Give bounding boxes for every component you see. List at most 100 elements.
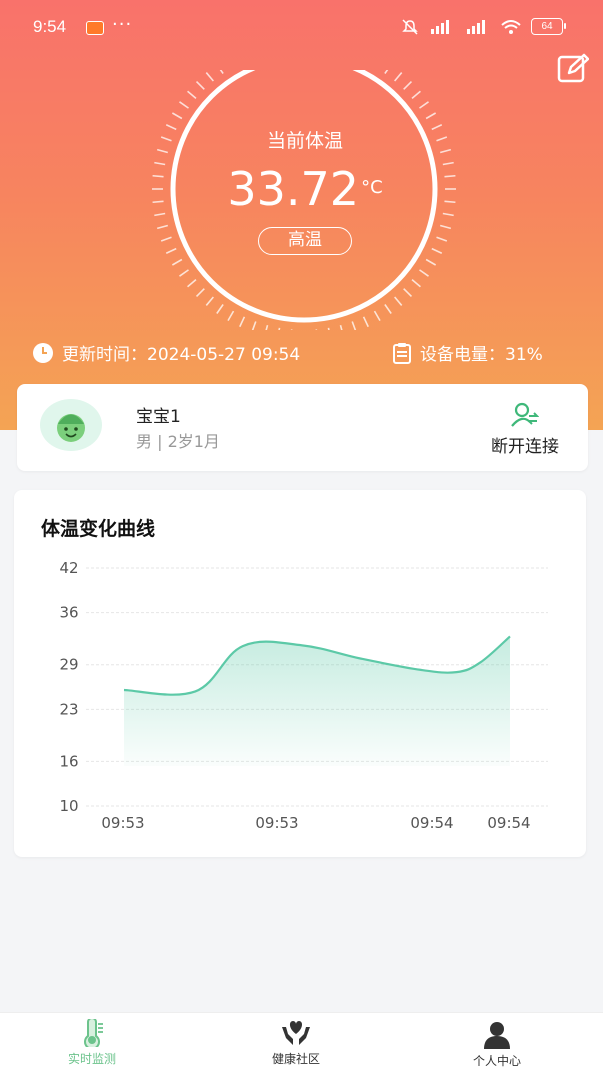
y-tick-label: 23 bbox=[59, 700, 78, 718]
tab-health-community-label: 健康社区 bbox=[271, 1052, 320, 1066]
device-battery: 设备电量：31% bbox=[392, 340, 543, 365]
gauge-tick bbox=[444, 200, 456, 204]
y-tick-label: 29 bbox=[59, 656, 78, 674]
gauge-tick bbox=[442, 212, 454, 217]
chart-area-fill bbox=[124, 636, 510, 766]
baby-profile-card[interactable]: 宝宝1 男 | 2岁1月 断开连接 bbox=[17, 384, 588, 471]
disconnect-label: 断开连接 bbox=[491, 437, 559, 457]
gauge-tick bbox=[327, 327, 330, 330]
temperature-value: 33.72 °C bbox=[200, 162, 410, 216]
clipboard-icon bbox=[393, 342, 411, 364]
y-tick-label: 42 bbox=[59, 559, 78, 577]
gauge-tick bbox=[187, 279, 197, 288]
gauge-tick bbox=[278, 327, 281, 330]
disconnect-button[interactable]: 断开连接 bbox=[475, 402, 575, 462]
gauge-tick bbox=[403, 80, 413, 90]
gauge-tick bbox=[362, 316, 369, 328]
gauge-tick bbox=[179, 269, 189, 277]
tab-realtime-monitor-label: 实时监测 bbox=[67, 1052, 116, 1066]
tab-health-community[interactable]: 健康社区 bbox=[236, 1019, 356, 1067]
y-tick-label: 16 bbox=[59, 752, 78, 770]
x-tick-label: 09:54 bbox=[410, 814, 453, 832]
tab-realtime-monitor[interactable]: 实时监测 bbox=[32, 1019, 152, 1067]
update-time-label: 更新时间：2024-05-27 09:54 bbox=[62, 345, 301, 365]
gauge-tick bbox=[431, 124, 443, 131]
gauge-tick bbox=[171, 258, 183, 266]
gauge-tick bbox=[419, 269, 429, 277]
gauge-tick bbox=[195, 288, 205, 298]
gauge-tick bbox=[251, 321, 257, 330]
mute-icon bbox=[402, 18, 418, 35]
gauge-tick bbox=[154, 212, 166, 217]
gauge-tick bbox=[411, 279, 421, 288]
gauge-tick bbox=[384, 70, 389, 74]
gauge-tick bbox=[195, 80, 205, 90]
clock-icon bbox=[33, 342, 53, 363]
gauge-tick bbox=[351, 321, 357, 330]
gauge-tick bbox=[425, 258, 437, 266]
battery-icon: 64 bbox=[531, 18, 566, 35]
gauge-tick bbox=[315, 329, 318, 330]
gauge-tick bbox=[373, 310, 381, 322]
x-tick-label: 09:53 bbox=[101, 814, 144, 832]
gauge-tick bbox=[384, 304, 392, 314]
user-switch-icon bbox=[511, 402, 539, 427]
screen-record-icon bbox=[86, 21, 104, 35]
tab-personal-center-label: 个人中心 bbox=[472, 1054, 521, 1068]
gauge-tick bbox=[442, 161, 454, 166]
temperature-chart: 42 36 29 23 16 10 09:53 09:53 09:54 09:54 bbox=[59, 559, 548, 832]
baby-details: 男 | 2岁1月 bbox=[136, 432, 220, 451]
gauge-tick bbox=[411, 90, 421, 99]
gauge-tick bbox=[216, 304, 224, 314]
signal-icon bbox=[467, 19, 485, 34]
gauge-tick bbox=[431, 247, 443, 254]
signal-icon bbox=[431, 19, 449, 34]
update-time: 更新时间：2024-05-27 09:54 bbox=[32, 340, 300, 365]
gauge-tick bbox=[156, 148, 169, 154]
more-notifications-icon: ··· bbox=[112, 14, 133, 35]
gauge-tick bbox=[160, 136, 172, 142]
gauge-label: 当前体温 bbox=[266, 130, 343, 152]
status-bar: 9:54 ··· 64 bbox=[0, 0, 603, 56]
gauge-tick bbox=[219, 70, 224, 74]
gauge-tick bbox=[179, 101, 189, 109]
thermometer-icon bbox=[84, 1019, 103, 1047]
status-time: 9:54 bbox=[33, 17, 67, 36]
device-battery-label: 设备电量：31% bbox=[420, 345, 543, 365]
heart-hands-icon bbox=[282, 1021, 310, 1045]
y-tick-label: 36 bbox=[59, 604, 78, 622]
edit-icon[interactable] bbox=[557, 53, 589, 83]
tab-personal-center[interactable]: 个人中心 bbox=[437, 1019, 557, 1069]
bottom-tab-bar: 实时监测 健康社区 个人中心 bbox=[0, 1012, 603, 1073]
person-icon bbox=[484, 1022, 510, 1049]
temperature-chart-card: 体温变化曲线 42 36 29 23 16 10 09:53 09:53 09:54 09:54 bbox=[14, 490, 586, 857]
gauge-tick bbox=[156, 224, 169, 230]
gauge-tick bbox=[394, 72, 403, 82]
baby-name: 宝宝1 bbox=[136, 407, 181, 427]
gauge-tick bbox=[436, 236, 448, 242]
temperature-unit: °C bbox=[361, 177, 383, 198]
gauge-tick bbox=[205, 72, 214, 82]
gauge-tick bbox=[419, 101, 429, 109]
gauge-tick bbox=[165, 247, 177, 254]
wifi-icon bbox=[501, 19, 521, 34]
temperature-number: 33.72 bbox=[227, 162, 360, 216]
gauge-tick bbox=[436, 136, 448, 142]
gauge-tick bbox=[425, 112, 437, 120]
gauge-tick bbox=[205, 296, 214, 306]
gauge-tick bbox=[227, 310, 235, 322]
gauge-tick bbox=[165, 124, 177, 131]
gauge-tick bbox=[154, 161, 166, 166]
gauge-tick bbox=[152, 174, 164, 178]
gauge-tick bbox=[265, 324, 269, 330]
x-tick-label: 09:53 bbox=[255, 814, 298, 832]
gauge-tick bbox=[394, 296, 403, 306]
gauge-tick bbox=[239, 316, 246, 328]
gauge-tick bbox=[403, 288, 413, 298]
gauge-tick bbox=[290, 329, 293, 330]
gauge-tick bbox=[171, 112, 183, 120]
gauge-tick bbox=[444, 174, 456, 178]
gauge-tick bbox=[339, 324, 343, 330]
gauge-tick bbox=[160, 236, 172, 242]
gauge-tick bbox=[152, 200, 164, 204]
